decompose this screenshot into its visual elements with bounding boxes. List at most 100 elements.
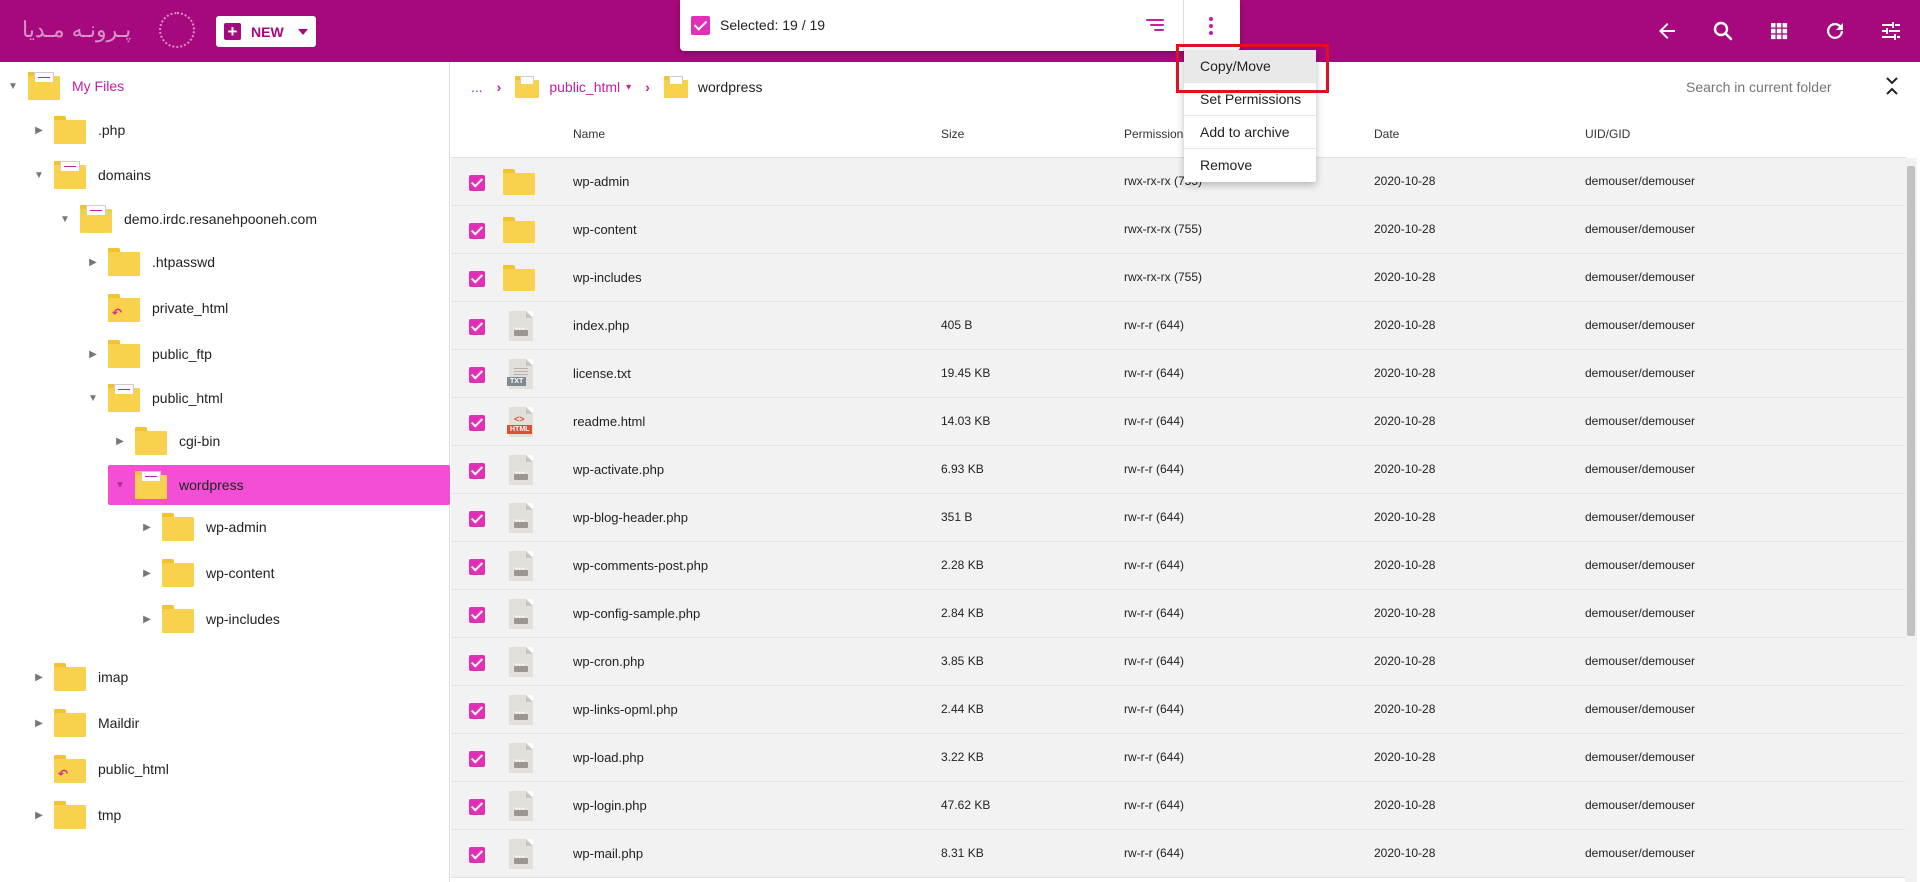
- file-name: license.txt: [573, 366, 631, 381]
- row-checkbox[interactable]: [469, 175, 485, 191]
- breadcrumb-public-html[interactable]: public_html: [549, 79, 620, 95]
- tree-node-demo-domain[interactable]: ▼ demo.irdc.resanehpooneh.com: [58, 201, 317, 237]
- file-date: 2020-10-28: [1374, 606, 1436, 620]
- tree-node-private-html[interactable]: ↶ private_html: [86, 290, 228, 326]
- table-row[interactable]: index.php 405 B rw-r-r (644) 2020-10-28 demo…: [451, 302, 1906, 350]
- expand-arrow-icon[interactable]: ▼: [32, 170, 46, 181]
- logo-text: پـرونـه مـدیا: [22, 17, 132, 43]
- collapsed-arrow-icon[interactable]: ▶: [32, 672, 46, 683]
- row-checkbox[interactable]: [469, 559, 485, 575]
- tree-node-maildir[interactable]: ▶ Maildir: [32, 705, 139, 741]
- row-checkbox[interactable]: [469, 415, 485, 431]
- collapsed-arrow-icon[interactable]: ▶: [113, 436, 127, 447]
- search-input[interactable]: [1686, 76, 1856, 98]
- collapsed-arrow-icon[interactable]: ▶: [140, 614, 154, 625]
- tree-node-wp-content[interactable]: ▶ wp-content: [140, 555, 274, 591]
- sort-icon[interactable]: [1146, 19, 1164, 33]
- collapse-icon[interactable]: [1884, 74, 1900, 98]
- breadcrumb-overflow[interactable]: ...: [471, 79, 483, 95]
- file-size: 47.62 KB: [941, 798, 991, 812]
- search-icon[interactable]: [1711, 19, 1735, 43]
- row-checkbox[interactable]: [469, 847, 485, 863]
- row-checkbox[interactable]: [469, 319, 485, 335]
- row-checkbox[interactable]: [469, 799, 485, 815]
- tree-node-label: demo.irdc.resanehpooneh.com: [124, 211, 318, 227]
- row-checkbox[interactable]: [469, 703, 485, 719]
- tree-node-wp-includes[interactable]: ▶ wp-includes: [140, 601, 280, 637]
- file-name: wp-includes: [573, 270, 642, 285]
- menu-item-remove[interactable]: Remove: [1184, 149, 1316, 182]
- tree-node-wp-admin[interactable]: ▶ wp-admin: [140, 509, 267, 545]
- table-row[interactable]: wp-comments-post.php 2.28 KB rw-r-r (644) 2…: [451, 542, 1906, 590]
- table-row[interactable]: wp-content rwx-rx-rx (755) 2020-10-28 demou…: [451, 206, 1906, 254]
- row-checkbox[interactable]: [469, 751, 485, 767]
- file-size: 3.85 KB: [941, 654, 984, 668]
- collapsed-arrow-icon[interactable]: ▶: [32, 718, 46, 729]
- column-size[interactable]: Size: [941, 127, 964, 141]
- collapsed-arrow-icon[interactable]: ▶: [86, 257, 100, 268]
- column-name[interactable]: Name: [573, 127, 605, 141]
- table-row[interactable]: <> HTML readme.html 14.03 KB rw-r-r (644) 202…: [451, 398, 1906, 446]
- scrollbar[interactable]: [1905, 158, 1917, 882]
- row-checkbox[interactable]: [469, 655, 485, 671]
- folder-icon: [503, 214, 535, 246]
- table-row[interactable]: wp-links-opml.php 2.44 KB rw-r-r (644) 2020…: [451, 686, 1906, 734]
- new-button[interactable]: + NEW: [216, 16, 316, 47]
- menu-item-add-to-archive[interactable]: Add to archive: [1184, 116, 1316, 149]
- tree-node-domains[interactable]: ▼ domains: [32, 157, 151, 193]
- row-checkbox[interactable]: [469, 511, 485, 527]
- row-checkbox[interactable]: [469, 463, 485, 479]
- tree-node-imap[interactable]: ▶ imap: [32, 659, 128, 695]
- table-row[interactable]: wp-mail.php 8.31 KB rw-r-r (644) 2020-10-28…: [451, 830, 1906, 878]
- column-permission[interactable]: Permission: [1124, 127, 1183, 141]
- collapsed-arrow-icon[interactable]: ▶: [32, 125, 46, 136]
- table-row[interactable]: wp-activate.php 6.93 KB rw-r-r (644) 2020-1…: [451, 446, 1906, 494]
- tree-node-public-html[interactable]: ▼ public_html: [86, 380, 223, 416]
- table-row[interactable]: wp-cron.php 3.85 KB rw-r-r (644) 2020-10-28…: [451, 638, 1906, 686]
- tree-node-tmp[interactable]: ▶ tmp: [32, 797, 121, 833]
- more-options-icon[interactable]: [1207, 15, 1215, 37]
- tree-node-public-ftp[interactable]: ▶ public_ftp: [86, 336, 212, 372]
- expand-arrow-icon[interactable]: ▼: [113, 480, 127, 491]
- table-row[interactable]: wp-blog-header.php 351 B rw-r-r (644) 2020-…: [451, 494, 1906, 542]
- tree-node-my-files[interactable]: ▼ My Files: [6, 68, 124, 104]
- table-row[interactable]: wp-config-sample.php 2.84 KB rw-r-r (644) 2…: [451, 590, 1906, 638]
- tree-node-htpasswd[interactable]: ▶ .htpasswd: [86, 244, 215, 280]
- row-checkbox[interactable]: [469, 607, 485, 623]
- table-header: Name Size Permission Date UID/GID: [451, 112, 1906, 158]
- column-date[interactable]: Date: [1374, 127, 1399, 141]
- collapsed-arrow-icon[interactable]: ▶: [86, 349, 100, 360]
- collapsed-arrow-icon[interactable]: ▶: [140, 522, 154, 533]
- row-checkbox[interactable]: [469, 367, 485, 383]
- file-date: 2020-10-28: [1374, 366, 1436, 380]
- select-all-checkbox[interactable]: [691, 16, 710, 35]
- file-name: wp-load.php: [573, 750, 644, 765]
- column-uid-gid[interactable]: UID/GID: [1585, 127, 1630, 141]
- table-row[interactable]: wp-load.php 3.22 KB rw-r-r (644) 2020-10-28…: [451, 734, 1906, 782]
- expand-arrow-icon[interactable]: ▼: [86, 393, 100, 404]
- collapsed-arrow-icon[interactable]: ▶: [140, 568, 154, 579]
- back-arrow-icon[interactable]: [1655, 19, 1679, 43]
- refresh-icon[interactable]: [1823, 19, 1847, 43]
- table-row[interactable]: wp-includes rwx-rx-rx (755) 2020-10-28 demo…: [451, 254, 1906, 302]
- expand-arrow-icon[interactable]: ▼: [58, 214, 72, 225]
- chevron-right-icon: ›: [645, 79, 650, 95]
- file-name: wp-config-sample.php: [573, 606, 701, 621]
- tree-node-php[interactable]: ▶ .php: [32, 112, 125, 148]
- collapsed-arrow-icon[interactable]: ▶: [32, 810, 46, 821]
- expand-arrow-icon[interactable]: ▼: [6, 81, 20, 92]
- table-row[interactable]: wp-admin rwx-rx-rx (755) 2020-10-28 demouse…: [451, 158, 1906, 206]
- tree-node-wordpress[interactable]: ▼ wordpress: [108, 465, 450, 505]
- chevron-down-icon[interactable]: ▾: [626, 82, 631, 93]
- settings-sliders-icon[interactable]: [1879, 19, 1903, 43]
- tree-node-label: .php: [98, 122, 126, 138]
- scroll-thumb[interactable]: [1907, 166, 1915, 636]
- tree-node-cgi-bin[interactable]: ▶ cgi-bin: [113, 423, 220, 459]
- grid-view-icon[interactable]: [1767, 19, 1791, 43]
- table-row[interactable]: TXT license.txt 19.45 KB rw-r-r (644) 2020-1…: [451, 350, 1906, 398]
- tree-node-public-html-root[interactable]: ↶ public_html: [32, 751, 169, 787]
- row-checkbox[interactable]: [469, 223, 485, 239]
- row-checkbox[interactable]: [469, 271, 485, 287]
- file-permission: rw-r-r (644): [1124, 654, 1184, 668]
- table-row[interactable]: wp-login.php 47.62 KB rw-r-r (644) 2020-10-…: [451, 782, 1906, 830]
